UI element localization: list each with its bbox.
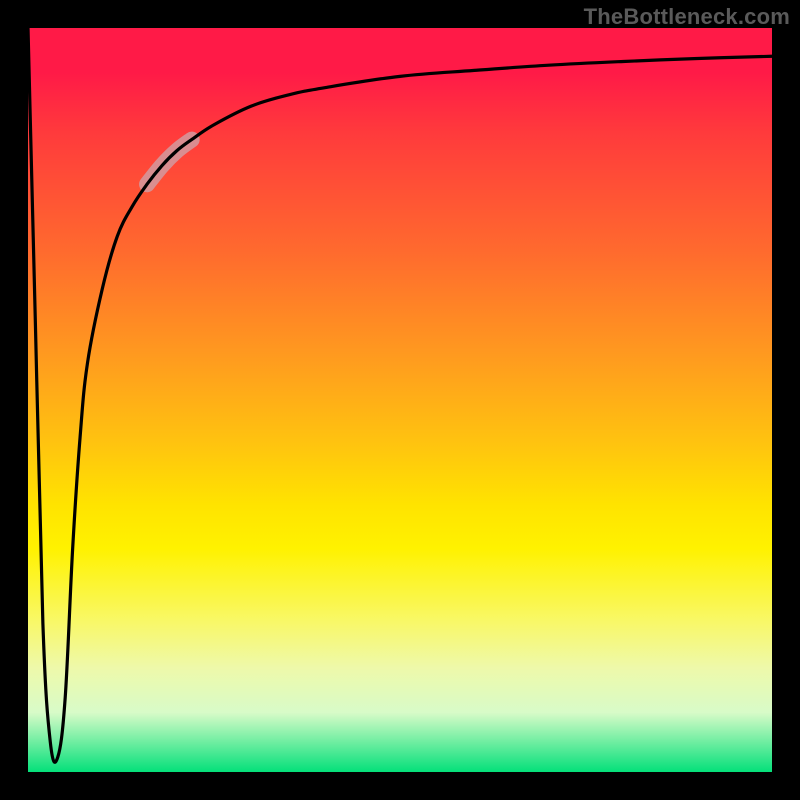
curve-layer bbox=[28, 28, 772, 772]
plot-area bbox=[28, 28, 772, 772]
chart-frame: TheBottleneck.com bbox=[0, 0, 800, 800]
main-curve bbox=[28, 28, 772, 762]
watermark-text: TheBottleneck.com bbox=[584, 4, 790, 30]
